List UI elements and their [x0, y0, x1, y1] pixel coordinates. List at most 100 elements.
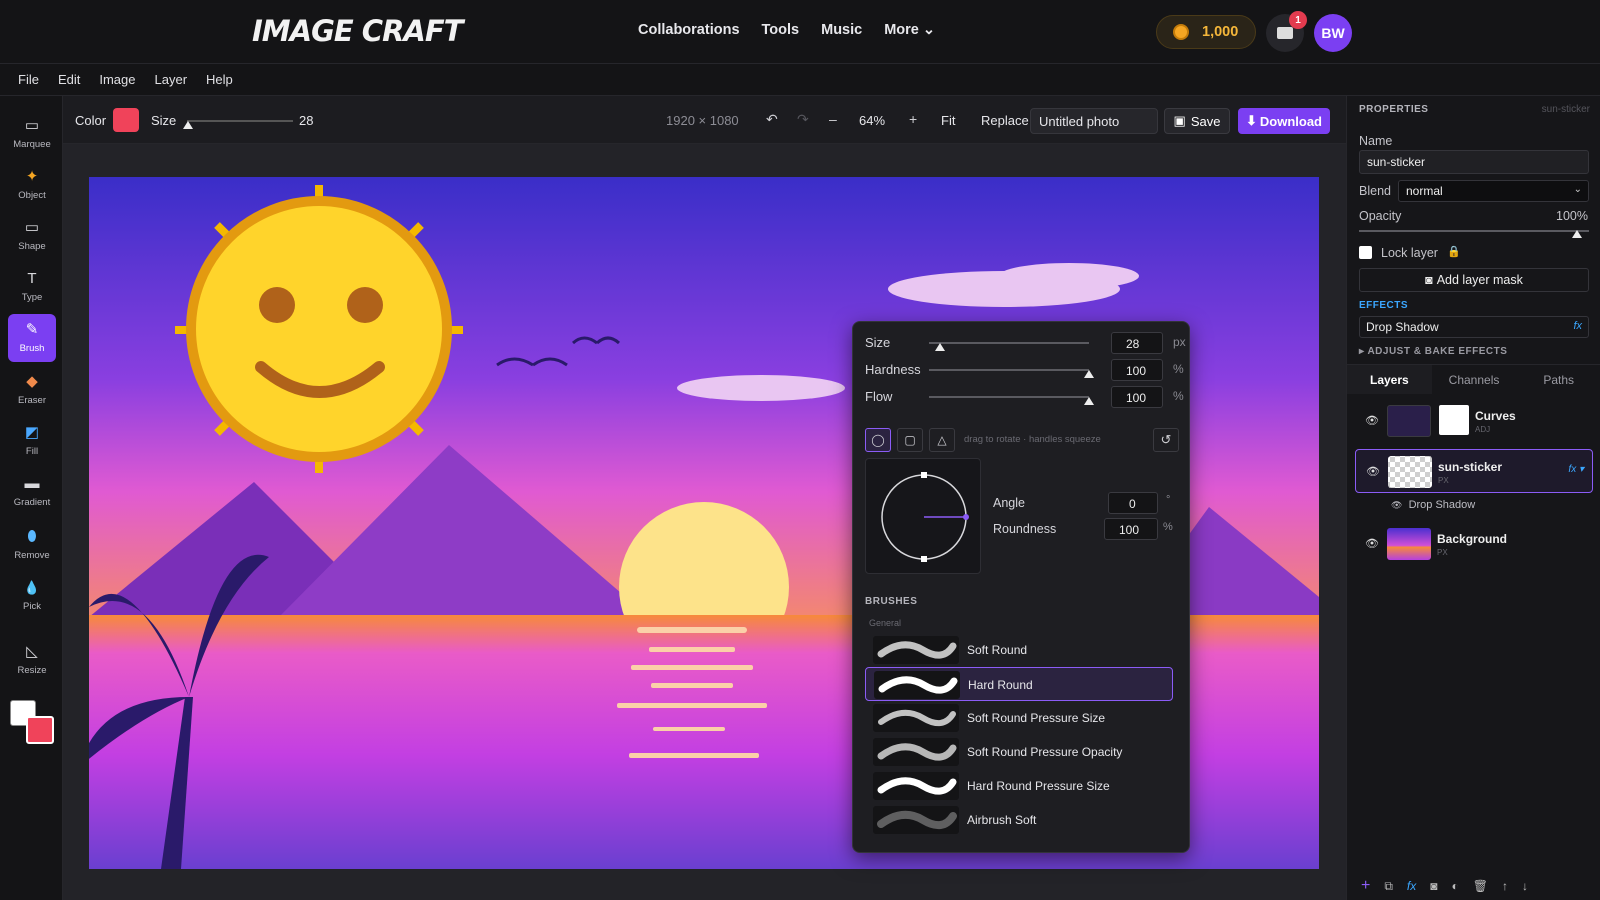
brush-airbrush-soft[interactable]: Airbrush Soft — [865, 803, 1173, 837]
brush-soft-round[interactable]: Soft Round — [865, 633, 1173, 667]
flow-slider[interactable] — [929, 396, 1089, 398]
tab-layers[interactable]: Layers — [1347, 365, 1432, 394]
visibility-eye-icon[interactable]: 👁 — [1365, 537, 1379, 550]
opacity-slider-thumb[interactable] — [1572, 230, 1582, 238]
effect-drop-shadow[interactable]: Drop Shadow fx — [1359, 316, 1589, 338]
trash-icon[interactable]: 🗑 — [1473, 879, 1488, 893]
app-logo[interactable]: IMAGE CRAFT — [252, 14, 463, 48]
download-button[interactable]: ⬇ Download — [1238, 108, 1330, 134]
redo-icon[interactable]: ↷ — [797, 111, 809, 128]
brush-hard-round-pressure-size[interactable]: Hard Round Pressure Size — [865, 769, 1173, 803]
brush-size-slider[interactable] — [929, 342, 1089, 344]
menu-edit[interactable]: Edit — [58, 72, 80, 87]
layer-fx-menu[interactable]: fx ▾ — [1568, 464, 1584, 475]
flow-label: Flow — [865, 389, 893, 404]
replace-button[interactable]: Replace — [981, 113, 1029, 128]
mask-icon[interactable]: ◙ — [1430, 879, 1437, 893]
tool-pick[interactable]: 💧 Pick — [8, 572, 56, 620]
size-slider[interactable] — [187, 120, 293, 122]
layer-background[interactable]: 👁 Background PX — [1355, 522, 1593, 566]
roundness-input[interactable]: 100 — [1104, 518, 1158, 540]
hardness-thumb[interactable] — [1084, 370, 1094, 378]
tool-marquee[interactable]: ▭ Marquee — [8, 110, 56, 158]
hardness-input[interactable]: 100 — [1111, 359, 1163, 381]
brush-size-input[interactable]: 28 — [1111, 332, 1163, 354]
tab-channels[interactable]: Channels — [1432, 365, 1517, 394]
tool-resize[interactable]: ◺ Resize — [8, 636, 56, 684]
brush-stroke-preview — [873, 806, 959, 834]
hardness-label: Hardness — [865, 362, 921, 377]
brush-tip-triangle-button[interactable]: △ — [929, 428, 955, 452]
fit-button[interactable]: Fit — [941, 113, 955, 128]
menu-file[interactable]: File — [18, 72, 39, 87]
nav-tools[interactable]: Tools — [762, 22, 800, 38]
rotate-hint: drag to rotate · handles squeeze — [964, 434, 1101, 445]
options-bar: Color Size 28 1920 × 1080 ↶ ↷ – 64% + Fi… — [63, 96, 1346, 144]
flow-input[interactable]: 100 — [1111, 386, 1163, 408]
tool-shape[interactable]: ▭ Shape — [8, 212, 56, 260]
duplicate-layer-icon[interactable]: ⧉ — [1384, 879, 1393, 894]
sun-sticker[interactable] — [175, 185, 463, 473]
brush-size-thumb[interactable] — [935, 343, 945, 351]
brush-stroke-preview — [874, 671, 960, 699]
brush-soft-round-pressure-opacity[interactable]: Soft Round Pressure Opacity — [865, 735, 1173, 769]
undo-icon[interactable]: ↶ — [766, 111, 778, 128]
layer-sun-sticker[interactable]: 👁 sun-sticker PX fx ▾ — [1355, 449, 1593, 493]
layer-effect-drop-shadow[interactable]: 👁 Drop Shadow — [1391, 499, 1475, 511]
hardness-slider[interactable] — [929, 369, 1089, 371]
size-slider-thumb[interactable] — [183, 121, 193, 129]
visibility-eye-icon[interactable]: 👁 — [1391, 500, 1402, 510]
brush-hard-round[interactable]: Hard Round — [865, 667, 1173, 701]
zoom-out-button[interactable]: – — [829, 111, 837, 127]
zoom-level: 64% — [859, 113, 886, 128]
tool-brush[interactable]: ✎ Brush — [8, 314, 56, 362]
nav-more[interactable]: More ⌄ — [884, 22, 935, 38]
color-swatch[interactable] — [113, 108, 139, 132]
fx-icon[interactable]: fx — [1407, 879, 1416, 893]
move-up-icon[interactable]: ↑ — [1502, 879, 1508, 893]
remove-icon: ⬮ — [27, 528, 37, 545]
zoom-in-button[interactable]: + — [909, 111, 917, 127]
add-layer-icon[interactable]: + — [1361, 877, 1370, 895]
layer-name-field[interactable]: sun-sticker — [1359, 150, 1589, 174]
nav-music[interactable]: Music — [821, 22, 862, 38]
menu-layer[interactable]: Layer — [155, 72, 188, 87]
add-layer-mask-button[interactable]: ◙ Add layer mask — [1359, 268, 1589, 292]
layer-curves[interactable]: 👁 Curves ADJ — [1355, 399, 1593, 443]
roundness-label: Roundness — [993, 522, 1057, 536]
brush-angle-dial[interactable] — [865, 458, 981, 574]
tool-type[interactable]: T Type — [8, 263, 56, 311]
flow-thumb[interactable] — [1084, 397, 1094, 405]
nav-collaborations[interactable]: Collaborations — [638, 22, 740, 38]
reset-brush-button[interactable]: ↺ — [1153, 428, 1179, 452]
tool-gradient[interactable]: ▬ Gradient — [8, 468, 56, 516]
coin-balance[interactable]: 1,000 — [1156, 15, 1256, 49]
adjustment-icon[interactable]: ◐ — [1452, 879, 1459, 893]
brush-tip-square-button[interactable]: ▢ — [897, 428, 923, 452]
angle-input[interactable]: 0 — [1108, 492, 1158, 514]
messages-button[interactable]: 1 — [1266, 11, 1307, 52]
top-bar: IMAGE CRAFT Collaborations Tools Music M… — [0, 0, 1600, 64]
fill-icon: ◩ — [24, 424, 40, 441]
move-down-icon[interactable]: ↓ — [1522, 879, 1528, 893]
tool-remove[interactable]: ⬮ Remove — [8, 521, 56, 569]
menu-help[interactable]: Help — [206, 72, 233, 87]
adjust-bake-effects-toggle[interactable]: ▸ ADJUST & BAKE EFFECTS — [1359, 346, 1507, 357]
visibility-eye-icon[interactable]: 👁 — [1365, 414, 1379, 427]
avatar[interactable]: BW — [1314, 14, 1352, 52]
brush-tip-circle-button[interactable]: ◯ — [865, 428, 891, 452]
photo-name-field[interactable]: Untitled photo — [1030, 108, 1158, 134]
tool-eraser[interactable]: ◆ Eraser — [8, 366, 56, 414]
tool-fill[interactable]: ◩ Fill — [8, 417, 56, 465]
blend-mode-select[interactable]: normal ⌄ — [1398, 180, 1589, 202]
menu-image[interactable]: Image — [99, 72, 135, 87]
background-swatch[interactable] — [26, 716, 54, 744]
save-button[interactable]: ▣ Save — [1164, 108, 1230, 134]
tool-object[interactable]: ✦ Object — [8, 161, 56, 209]
tab-paths[interactable]: Paths — [1516, 365, 1600, 394]
opacity-slider[interactable] — [1359, 230, 1589, 232]
lock-layer-checkbox[interactable] — [1359, 246, 1372, 259]
brush-soft-round-pressure-size[interactable]: Soft Round Pressure Size — [865, 701, 1173, 735]
save-icon: ▣ — [1173, 113, 1186, 128]
visibility-eye-icon[interactable]: 👁 — [1366, 465, 1380, 478]
